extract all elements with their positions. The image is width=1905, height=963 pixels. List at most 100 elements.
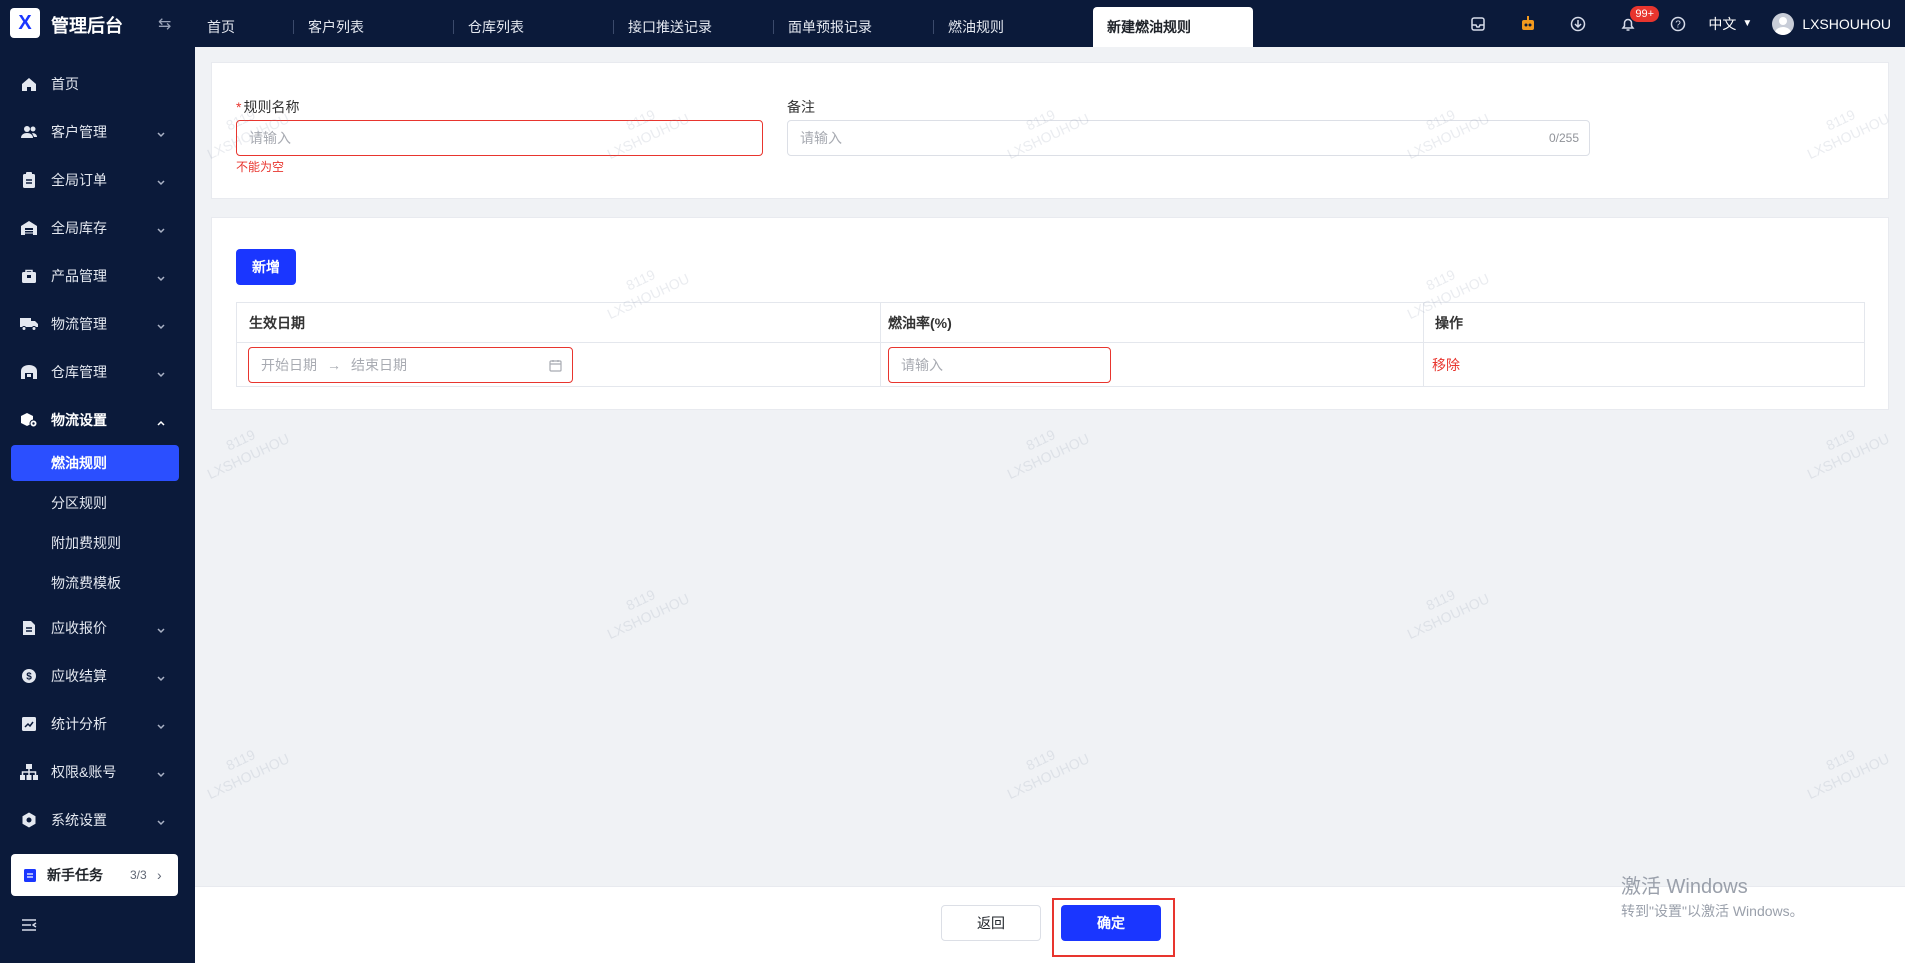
- help-icon[interactable]: ?: [1668, 14, 1688, 34]
- fuel-rate-placeholder: 请输入: [901, 357, 943, 373]
- sidebar-item-permissions-accounts[interactable]: 权限&账号: [0, 752, 195, 792]
- confirm-button[interactable]: 确定: [1061, 905, 1161, 941]
- watermark-line1: 8119: [1023, 746, 1058, 774]
- chevron-down-icon: [156, 175, 166, 186]
- sidebar-item-system-settings[interactable]: 系统设置: [0, 800, 195, 840]
- remark-input[interactable]: 请输入 0/255: [787, 120, 1590, 156]
- remove-row-link[interactable]: 移除: [1432, 355, 1460, 375]
- submenu-item-logistics-fee-template[interactable]: 物流费模板: [11, 565, 179, 601]
- page-tabs: 首页 客户列表 仓库列表 接口推送记录 面单预报记录 燃油规则 新建燃油规则: [193, 7, 1253, 47]
- chevron-down-icon: [156, 671, 166, 682]
- switch-arrows-icon[interactable]: ⇆: [158, 14, 171, 34]
- tab-label: 仓库列表: [468, 19, 524, 35]
- box-gear-icon: [20, 411, 38, 429]
- watermark-line2: LXSHOUHOU: [604, 590, 692, 643]
- watermark-line1: 8119: [1023, 426, 1058, 454]
- top-bar: X 管理后台 ⇆ 首页 客户列表 仓库列表 接口推送记录 面单预报记录 燃油规则…: [0, 0, 1905, 47]
- tab-label-forecast-records[interactable]: 面单预报记录: [774, 7, 934, 47]
- watermark-line1: 8119: [1823, 426, 1858, 454]
- sidebar-item-label: 首页: [51, 76, 79, 92]
- add-row-button[interactable]: 新增: [236, 249, 296, 285]
- tab-warehouse-list[interactable]: 仓库列表: [454, 7, 614, 47]
- username: LXSHOUHOU: [1802, 15, 1891, 32]
- watermark-line1: 8119: [623, 586, 658, 614]
- sidebar-item-label: 应收报价: [51, 620, 107, 636]
- fuel-rate-input[interactable]: 请输入: [888, 347, 1111, 383]
- chart-icon: [20, 715, 38, 733]
- language-label: 中文: [1708, 15, 1737, 32]
- watermark-line2: LXSHOUHOU: [204, 750, 292, 803]
- inbox-icon[interactable]: [1468, 14, 1488, 34]
- robot-icon[interactable]: [1518, 14, 1538, 34]
- chevron-down-icon: [156, 271, 166, 282]
- caret-down-icon: ▼: [1742, 18, 1753, 29]
- collapse-sidebar-icon[interactable]: [20, 916, 38, 934]
- submenu-item-surcharge-rules[interactable]: 附加费规则: [11, 525, 179, 561]
- user-menu[interactable]: LXSHOUHOU: [1772, 12, 1891, 35]
- windows-activation-subtitle: 转到"设置"以激活 Windows。: [1621, 903, 1804, 919]
- back-button[interactable]: 返回: [941, 905, 1041, 941]
- sidebar-item-label: 物流设置: [51, 412, 107, 428]
- rule-form-panel: * 规则名称 请输入 不能为空 备注 请输入 0/255: [211, 62, 1889, 199]
- sidebar-item-statistics[interactable]: 统计分析: [0, 704, 195, 744]
- task-clipboard-icon: [23, 868, 37, 882]
- column-header-fuel-rate: 燃油率(%): [888, 314, 952, 331]
- bag-icon: [20, 267, 38, 285]
- tab-fuel-rules[interactable]: 燃油规则: [934, 7, 1093, 47]
- beginner-tasks-card[interactable]: 新手任务 3/3 ›: [11, 854, 178, 896]
- sidebar-item-receivable-settlement[interactable]: $ 应收结算: [0, 656, 195, 696]
- watermark-line1: 8119: [223, 426, 258, 454]
- language-switcher[interactable]: 中文 ▼: [1708, 14, 1752, 34]
- task-card-count: 3/3: [130, 868, 147, 882]
- home-icon: [20, 75, 38, 93]
- watermark: 8119LXSHOUHOU: [597, 573, 693, 643]
- storehouse-icon: [20, 363, 38, 381]
- sidebar-item-home[interactable]: 首页: [0, 64, 195, 104]
- sidebar-item-label: 全局订单: [51, 172, 107, 188]
- tab-new-fuel-rule[interactable]: 新建燃油规则: [1093, 7, 1253, 47]
- sidebar-item-products[interactable]: 产品管理: [0, 256, 195, 296]
- sidebar-item-receivable-quotes[interactable]: 应收报价: [0, 608, 195, 648]
- submenu-item-zone-rules[interactable]: 分区规则: [11, 485, 179, 521]
- chevron-down-icon: [156, 623, 166, 634]
- sidebar-item-label: 客户管理: [51, 124, 107, 140]
- chevron-down-icon: [156, 767, 166, 778]
- document-icon: [20, 619, 38, 637]
- tab-api-push-records[interactable]: 接口推送记录: [614, 7, 774, 47]
- sidebar-item-logistics[interactable]: 物流管理: [0, 304, 195, 344]
- tab-label: 客户列表: [308, 19, 364, 35]
- chevron-down-icon: [156, 319, 166, 330]
- app-logo: X: [10, 8, 40, 38]
- app-title: 管理后台: [51, 16, 123, 36]
- chevron-up-icon: [156, 415, 166, 426]
- sidebar-item-global-orders[interactable]: 全局订单: [0, 160, 195, 200]
- required-mark: *: [236, 99, 242, 115]
- watermark: 8119LXSHOUHOU: [1797, 413, 1893, 483]
- chevron-down-icon: [156, 719, 166, 730]
- watermark: 8119LXSHOUHOU: [997, 413, 1093, 483]
- tab-label: 接口推送记录: [628, 19, 712, 35]
- tab-home[interactable]: 首页: [193, 7, 294, 47]
- watermark-line1: 8119: [1423, 586, 1458, 614]
- effective-date-range-picker[interactable]: 开始日期 → 结束日期: [248, 347, 573, 383]
- watermark-line2: LXSHOUHOU: [204, 430, 292, 483]
- bell-icon[interactable]: 99+: [1618, 5, 1660, 34]
- sidebar-item-global-inventory[interactable]: 全局库存: [0, 208, 195, 248]
- sidebar-item-label: 物流管理: [51, 316, 107, 332]
- sidebar-item-logistics-settings[interactable]: 物流设置: [0, 400, 195, 440]
- rule-name-input[interactable]: 请输入: [236, 120, 763, 156]
- tab-label: 面单预报记录: [788, 19, 872, 35]
- sidebar-item-label: 应收结算: [51, 668, 107, 684]
- download-icon[interactable]: [1568, 14, 1588, 34]
- warehouse-icon: [20, 219, 38, 237]
- clipboard-icon: [20, 171, 38, 189]
- tab-customer-list[interactable]: 客户列表: [294, 7, 454, 47]
- sidebar-item-warehouse[interactable]: 仓库管理: [0, 352, 195, 392]
- tab-label: 燃油规则: [948, 19, 1004, 35]
- sidebar-item-label: 全局库存: [51, 220, 107, 236]
- submenu-item-fuel-rules[interactable]: 燃油规则: [11, 445, 179, 481]
- rule-name-label: * 规则名称: [236, 97, 299, 117]
- sidebar-item-customers[interactable]: 客户管理: [0, 112, 195, 152]
- watermark: 8119LXSHOUHOU: [997, 733, 1093, 803]
- notification-badge: 99+: [1630, 5, 1660, 22]
